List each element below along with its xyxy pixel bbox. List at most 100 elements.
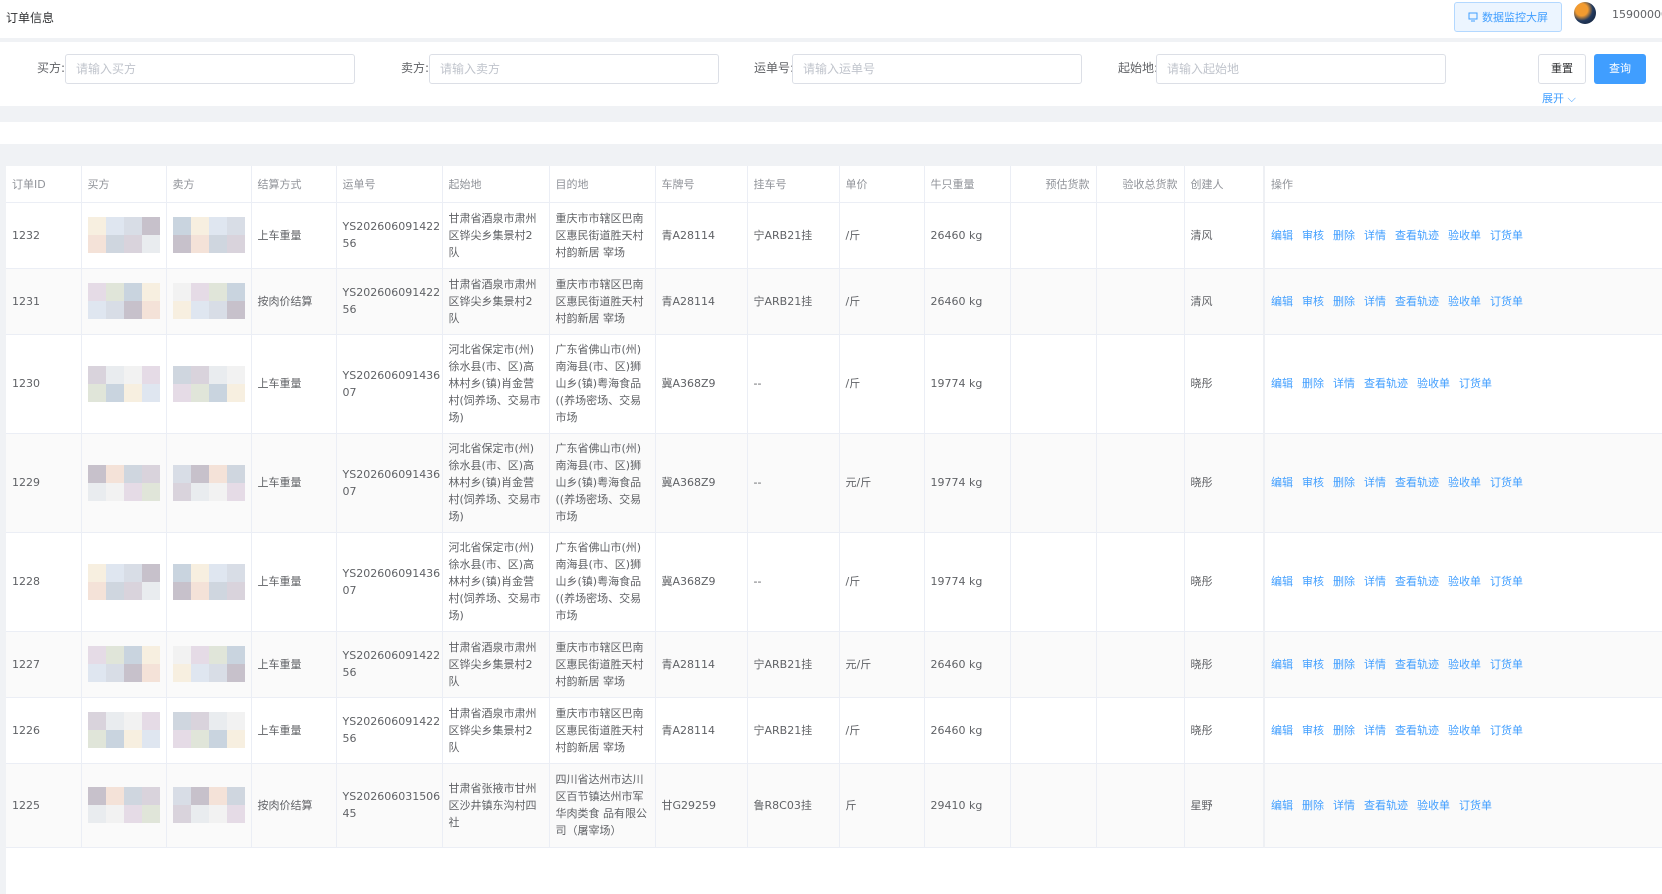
row-action-link[interactable]: 审核 [1302, 724, 1324, 737]
row-action-link[interactable]: 编辑 [1271, 575, 1293, 588]
row-action-link[interactable]: 查看轨迹 [1395, 575, 1439, 588]
top-bar: 订单信息 数据监控大屏 15900000 [0, 0, 1662, 38]
seller-input[interactable]: 请输入卖方 [429, 54, 719, 84]
price-cell: 元/斤 [839, 433, 925, 533]
order-id-cell: 1228 [6, 532, 82, 632]
row-action-link[interactable]: 编辑 [1271, 658, 1293, 671]
destination-cell: 广东省佛山市(州)南海县(市、区)狮山乡(镇)粤海食品((养场密场、交易市场 [549, 334, 656, 434]
column-header: 运单号 [336, 166, 443, 203]
order-id-cell: 1232 [6, 202, 82, 269]
row-action-link[interactable]: 订货单 [1490, 476, 1523, 489]
row-action-link[interactable]: 编辑 [1271, 295, 1293, 308]
row-action-link[interactable]: 审核 [1302, 575, 1324, 588]
row-action-link[interactable]: 验收单 [1448, 476, 1481, 489]
table-row[interactable]: 1227 上车重量 YS202606091422 56 甘肃省酒泉市肃州区铧尖乡集景村… [6, 631, 1662, 698]
row-action-link[interactable]: 删除 [1333, 724, 1355, 737]
row-action-link[interactable]: 订货单 [1490, 658, 1523, 671]
row-action-link[interactable]: 详情 [1364, 476, 1386, 489]
row-action-link[interactable]: 订货单 [1459, 377, 1492, 390]
blurred-name [172, 712, 245, 748]
table-row[interactable]: 1226 上车重量 YS202606091422 56 甘肃省酒泉市肃州区铧尖乡集景村… [6, 697, 1662, 764]
row-action-link[interactable]: 验收单 [1448, 575, 1481, 588]
row-action-link[interactable]: 详情 [1364, 229, 1386, 242]
row-action-link[interactable]: 查看轨迹 [1364, 377, 1408, 390]
row-action-link[interactable]: 编辑 [1271, 377, 1293, 390]
row-action-link[interactable]: 删除 [1333, 229, 1355, 242]
order-id-cell: 1227 [6, 631, 82, 698]
row-action-link[interactable]: 详情 [1333, 377, 1355, 390]
reset-button[interactable]: 重置 [1538, 54, 1586, 84]
row-action-link[interactable]: 订货单 [1490, 724, 1523, 737]
row-action-link[interactable]: 订货单 [1459, 799, 1492, 812]
row-action-link[interactable]: 详情 [1364, 724, 1386, 737]
table-row[interactable]: 1225 按肉价结算 YS202606031506 45 甘肃省张掖市甘州区沙井镇东沟… [6, 763, 1662, 848]
waybill-input[interactable]: 请输入运单号 [792, 54, 1082, 84]
row-action-link[interactable]: 详情 [1364, 658, 1386, 671]
row-action-link[interactable]: 验收单 [1448, 295, 1481, 308]
row-action-link[interactable]: 审核 [1302, 295, 1324, 308]
row-action-link[interactable]: 查看轨迹 [1395, 476, 1439, 489]
destination-cell: 重庆市市辖区巴南区惠民街道胜天村村韵新居 宰场 [549, 202, 656, 269]
order-id-cell: 1229 [6, 433, 82, 533]
avatar[interactable] [1574, 2, 1596, 24]
row-action-link[interactable]: 审核 [1302, 229, 1324, 242]
row-action-link[interactable]: 查看轨迹 [1395, 295, 1439, 308]
origin-cell: 甘肃省酒泉市肃州区铧尖乡集景村2队 [442, 631, 550, 698]
row-action-link[interactable]: 查看轨迹 [1364, 799, 1408, 812]
row-action-link[interactable]: 详情 [1364, 575, 1386, 588]
query-button[interactable]: 查询 [1594, 54, 1646, 84]
row-action-link[interactable]: 查看轨迹 [1395, 229, 1439, 242]
price-cell: /斤 [839, 532, 925, 632]
row-action-link[interactable]: 详情 [1364, 295, 1386, 308]
row-action-link[interactable]: 删除 [1333, 658, 1355, 671]
row-action-link[interactable]: 删除 [1333, 575, 1355, 588]
price-cell: /斤 [839, 268, 925, 335]
origin-cell: 甘肃省酒泉市肃州区铧尖乡集景村2队 [442, 202, 550, 269]
origin-input[interactable]: 请输入起始地 [1156, 54, 1446, 84]
row-action-link[interactable]: 删除 [1302, 377, 1324, 390]
column-header: 单价 [839, 166, 925, 203]
table-row[interactable]: 1230 上车重量 YS202606091436 07 河北省保定市(州)徐水县(市、… [6, 334, 1662, 434]
seller-cell [166, 697, 252, 764]
buyer-cell [81, 268, 167, 335]
price-cell: 元/斤 [839, 631, 925, 698]
row-action-link[interactable]: 编辑 [1271, 476, 1293, 489]
price-cell: /斤 [839, 334, 925, 434]
row-action-link[interactable]: 验收单 [1417, 377, 1450, 390]
table-row[interactable]: 1231 按肉价结算 YS202606091422 56 甘肃省酒泉市肃州区铧尖乡集景… [6, 268, 1662, 335]
seller-cell [166, 532, 252, 632]
data-monitor-button[interactable]: 数据监控大屏 [1454, 2, 1562, 32]
row-action-link[interactable]: 查看轨迹 [1395, 658, 1439, 671]
weight-cell: 29410 kg [924, 763, 1011, 848]
row-action-link[interactable]: 编辑 [1271, 229, 1293, 242]
row-action-link[interactable]: 删除 [1302, 799, 1324, 812]
row-action-link[interactable]: 验收单 [1448, 229, 1481, 242]
row-action-link[interactable]: 删除 [1333, 295, 1355, 308]
table-row[interactable]: 1228 上车重量 YS202606091436 07 河北省保定市(州)徐水县(市、… [6, 532, 1662, 632]
accept-total-cell [1096, 763, 1185, 848]
row-action-link[interactable]: 订货单 [1490, 295, 1523, 308]
row-action-link[interactable]: 编辑 [1271, 799, 1293, 812]
table-row[interactable]: 1229 上车重量 YS202606091436 07 河北省保定市(州)徐水县(市、… [6, 433, 1662, 533]
table-row[interactable]: 1232 上车重量 YS202606091422 56 甘肃省酒泉市肃州区铧尖乡集景村… [6, 202, 1662, 269]
monitor-button-label: 数据监控大屏 [1482, 11, 1548, 24]
row-action-link[interactable]: 编辑 [1271, 724, 1293, 737]
row-action-link[interactable]: 验收单 [1448, 724, 1481, 737]
row-action-link[interactable]: 审核 [1302, 476, 1324, 489]
row-action-link[interactable]: 审核 [1302, 658, 1324, 671]
column-header: 车牌号 [655, 166, 748, 203]
waybill-cell: YS202606091436 07 [336, 433, 443, 533]
row-action-link[interactable]: 验收单 [1417, 799, 1450, 812]
username[interactable]: 15900000 [1612, 8, 1662, 21]
buyer-input[interactable]: 请输入买方 [65, 54, 355, 84]
row-action-link[interactable]: 查看轨迹 [1395, 724, 1439, 737]
expand-toggle[interactable]: 展开 ⌵ [1542, 90, 1576, 106]
row-action-link[interactable]: 删除 [1333, 476, 1355, 489]
row-action-link[interactable]: 订货单 [1490, 229, 1523, 242]
row-action-link[interactable]: 验收单 [1448, 658, 1481, 671]
chevron-down-icon: ⌵ [1567, 92, 1576, 105]
row-action-link[interactable]: 详情 [1333, 799, 1355, 812]
column-header: 牛只重量 [924, 166, 1011, 203]
row-action-link[interactable]: 订货单 [1490, 575, 1523, 588]
plate-cell: 青A28114 [655, 268, 748, 335]
